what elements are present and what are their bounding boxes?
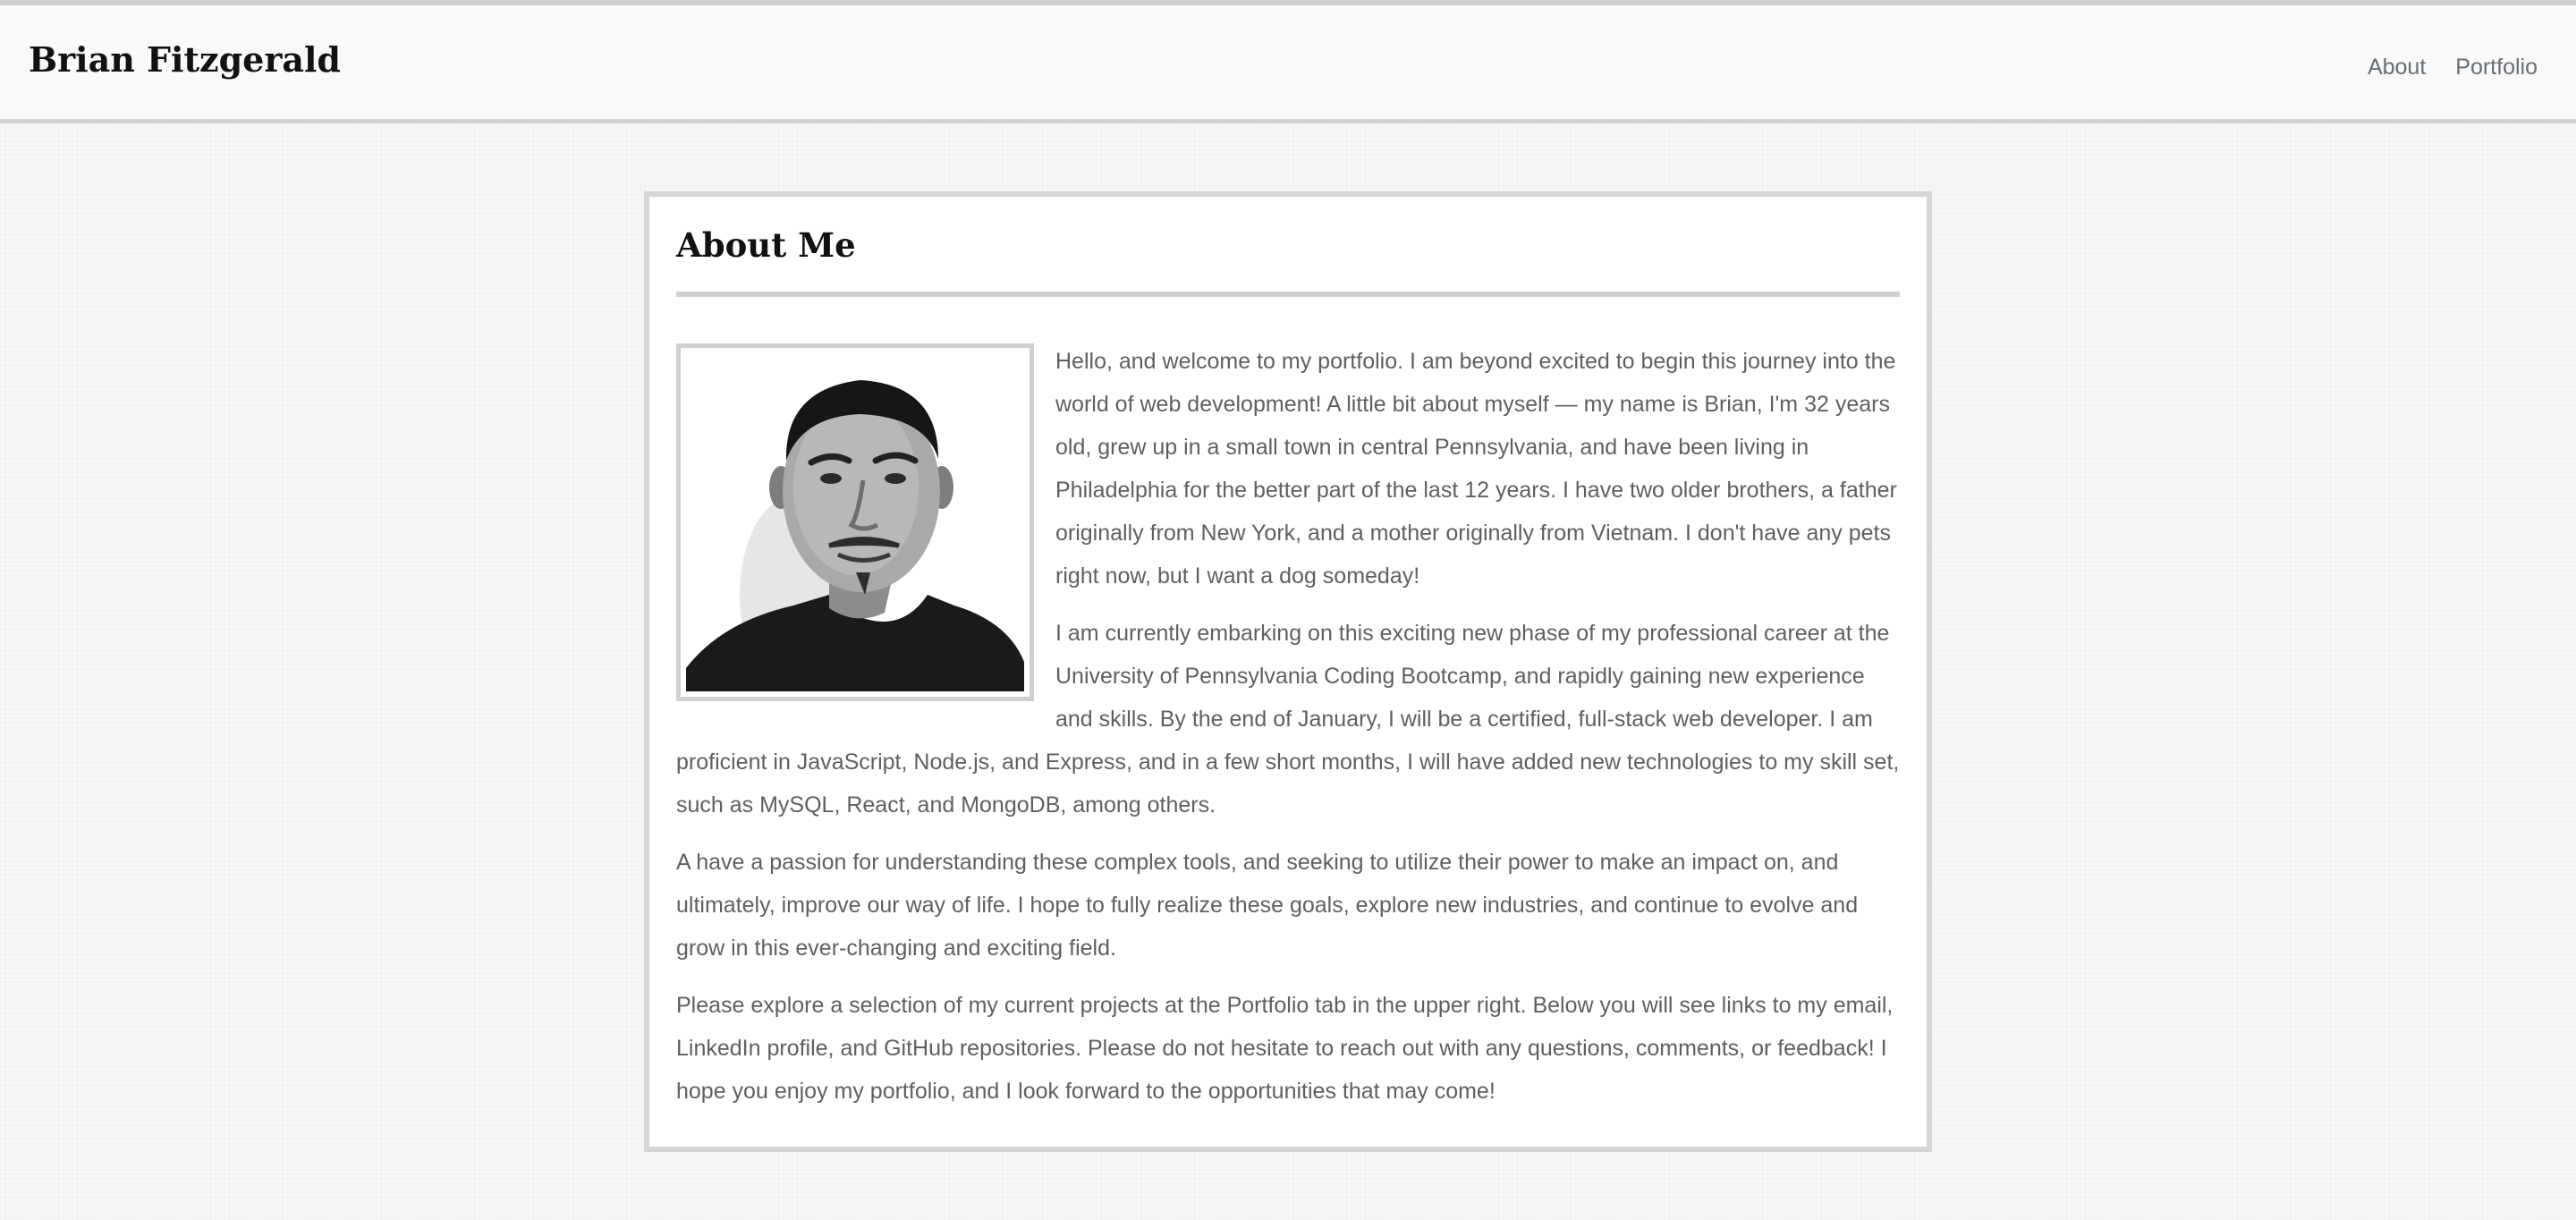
nav-link-portfolio[interactable]: Portfolio [2455,55,2538,80]
about-content: Hello, and welcome to my portfolio. I am… [676,340,1900,1127]
nav-links: About Portfolio [2338,55,2538,80]
about-paragraph-4: Please explore a selection of my current… [676,993,1894,1104]
page-title: About Me [676,225,856,265]
title-divider [676,292,1900,297]
brand-link[interactable]: Brian Fitzgerald [29,39,341,80]
profile-photo-image [686,353,1024,691]
profile-photo [676,343,1034,701]
nav-link-about[interactable]: About [2368,55,2426,80]
about-paragraph-3: A have a passion for understanding these… [676,850,1859,961]
about-card: About Me Hello, and welcome to my portfo… [644,191,1932,1152]
top-navbar: Brian Fitzgerald About Portfolio [0,0,2576,123]
